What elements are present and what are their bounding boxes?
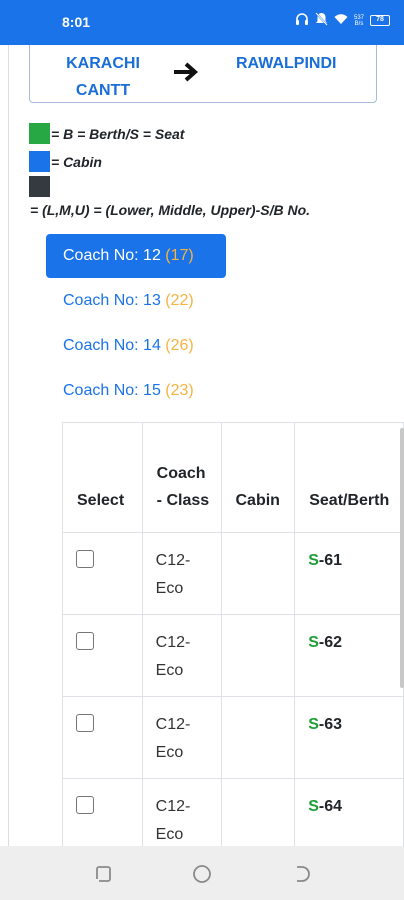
coach-label: Coach No: 14 (63, 337, 161, 354)
legend-text: = (L,M,U) = (Lower, Middle, Upper)-S/B N… (30, 202, 311, 218)
home-button[interactable] (192, 864, 212, 884)
seat-cell: S-64 (294, 778, 404, 846)
recent-apps-button[interactable] (93, 864, 113, 884)
header-seat-berth: Seat/Berth (294, 422, 404, 533)
header-cabin: Cabin (220, 422, 296, 533)
blue-swatch (29, 151, 50, 172)
coach-class-cell: C12-Eco (141, 614, 222, 697)
coach-count: (22) (165, 292, 194, 309)
coach-class-text: C12-Eco (155, 552, 191, 597)
legend-booked (29, 176, 51, 197)
table-row: C12-Eco S-64 (62, 778, 404, 846)
navigation-bar (0, 846, 404, 900)
recent-apps-icon (96, 866, 111, 882)
coach-class-cell: C12-Eco (141, 532, 222, 615)
coach-label: Coach No: 12 (63, 247, 161, 264)
back-icon (297, 866, 310, 882)
speed-value: 537 (353, 14, 364, 21)
seat-checkbox[interactable] (76, 796, 94, 814)
seat-prefix: S (308, 552, 319, 569)
page-content: KARACHI CANTT RAWALPINDI = B = Berth/S =… (0, 45, 404, 846)
coach-tab-13[interactable]: Coach No: 13 (22) (46, 279, 226, 323)
seat-checkbox[interactable] (76, 632, 94, 650)
dark-swatch (29, 176, 50, 197)
cabin-cell (220, 696, 296, 779)
table-row: C12-Eco S-61 (62, 532, 404, 615)
coach-count: (26) (165, 337, 194, 354)
seat-number: -62 (318, 634, 343, 651)
route-from: KARACHI CANTT (66, 55, 140, 99)
coach-class-cell: C12-Eco (141, 696, 222, 779)
status-bar: 8:01 537 B/s 78 (0, 0, 404, 45)
status-icons: 537 B/s 78 (295, 12, 390, 29)
battery-icon: 78 (370, 15, 390, 26)
table-header-row: Select Coach - Class Cabin Seat/Berth (62, 422, 404, 533)
select-cell (62, 696, 143, 779)
page-edge-divider (8, 45, 9, 846)
coach-tab-12[interactable]: Coach No: 12 (17) (46, 234, 226, 278)
scrollbar[interactable] (400, 428, 404, 688)
green-swatch (29, 123, 50, 144)
cabin-cell (220, 614, 296, 697)
table-row: C12-Eco S-62 (62, 614, 404, 697)
battery-level: 78 (376, 16, 384, 23)
cabin-cell (220, 532, 296, 615)
route-to: RAWALPINDI (236, 55, 337, 72)
wifi-icon (334, 13, 348, 28)
seat-checkbox[interactable] (76, 550, 94, 568)
seat-cell: S-62 (294, 614, 404, 697)
seat-cell: S-63 (294, 696, 404, 779)
coach-label: Coach No: 15 (63, 382, 161, 399)
seat-number: -61 (318, 552, 343, 569)
header-coach-class: Coach - Class (141, 422, 222, 533)
seat-prefix: S (308, 716, 319, 733)
home-icon (193, 865, 211, 883)
status-time: 8:01 (62, 14, 91, 30)
table-row: C12-Eco S-63 (62, 696, 404, 779)
legend-text: = B = Berth/S = Seat (51, 125, 185, 142)
legend-text: = Cabin (51, 153, 102, 170)
legend-cabin: = Cabin (29, 151, 102, 172)
network-speed: 537 B/s (354, 15, 364, 27)
back-button[interactable] (291, 864, 311, 884)
seat-table: Select Coach - Class Cabin Seat/Berth C1… (62, 422, 404, 846)
seat-cell: S-61 (294, 532, 404, 615)
select-cell (62, 532, 143, 615)
seat-number: -63 (318, 716, 343, 733)
coach-tab-15[interactable]: Coach No: 15 (23) (46, 369, 226, 413)
legend-berth-seat: = B = Berth/S = Seat (29, 123, 184, 144)
coach-class-text: C12-Eco (155, 634, 191, 679)
coach-class-text: C12-Eco (155, 798, 191, 843)
seat-prefix: S (308, 634, 319, 651)
legend-position: = (L,M,U) = (Lower, Middle, Upper)-S/B N… (29, 202, 310, 218)
select-cell (62, 614, 143, 697)
route-card: KARACHI CANTT RAWALPINDI (29, 45, 377, 103)
coach-class-cell: C12-Eco (141, 778, 222, 846)
seat-checkbox[interactable] (76, 714, 94, 732)
seat-prefix: S (308, 798, 319, 815)
speed-unit: B/s (354, 20, 364, 27)
cabin-cell (220, 778, 296, 846)
header-coach-class-text: Coach - Class (156, 465, 210, 509)
seat-number: -64 (318, 798, 343, 815)
headphones-icon (295, 12, 309, 29)
select-cell (62, 778, 143, 846)
coach-tab-14[interactable]: Coach No: 14 (26) (46, 324, 226, 368)
coach-class-text: C12-Eco (155, 716, 191, 761)
mute-icon (315, 12, 328, 29)
coach-count: (23) (165, 382, 194, 399)
header-select: Select (62, 422, 143, 533)
arrow-right-icon (172, 60, 200, 89)
coach-count: (17) (165, 247, 194, 264)
coach-label: Coach No: 13 (63, 292, 161, 309)
